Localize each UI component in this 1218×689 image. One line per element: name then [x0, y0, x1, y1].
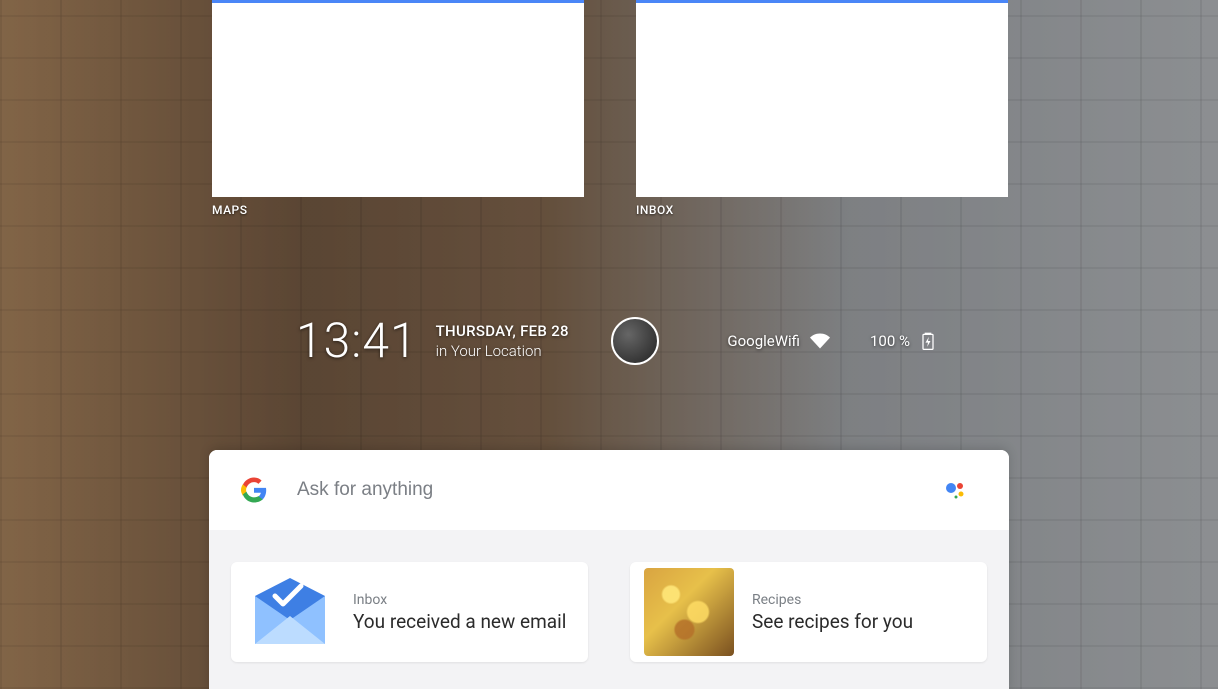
assistant-icon[interactable]	[943, 478, 967, 502]
inbox-icon	[245, 568, 335, 656]
card-recipes-body: See recipes for you	[752, 610, 913, 633]
status-row: 13:41 THURSDAY, FEB 28 in Your Location …	[296, 312, 938, 369]
card-recipes-title: Recipes	[752, 592, 913, 608]
google-logo-icon	[241, 477, 267, 503]
wifi-status[interactable]: GoogleWifi	[727, 331, 830, 351]
recipes-thumbnail	[644, 568, 734, 656]
widget-maps[interactable]: MAPS	[212, 0, 584, 217]
card-inbox-title: Inbox	[353, 592, 566, 608]
widget-inbox[interactable]: INBOX	[636, 0, 1008, 217]
widget-maps-card[interactable]	[212, 0, 584, 197]
widget-inbox-card[interactable]	[636, 0, 1008, 197]
card-inbox-body: You received a new email	[353, 610, 566, 633]
search-input[interactable]	[297, 479, 943, 501]
wifi-name: GoogleWifi	[727, 332, 800, 350]
clock-time: 13:41	[296, 312, 418, 369]
widget-maps-label: MAPS	[212, 203, 584, 217]
location-line: in Your Location	[436, 342, 569, 360]
battery-pct: 100 %	[870, 332, 910, 350]
date-line: THURSDAY, FEB 28	[436, 322, 569, 340]
battery-status[interactable]: 100 %	[870, 331, 938, 351]
assistant-panel: Inbox You received a new email Recipes S…	[209, 450, 1009, 689]
search-bar[interactable]	[209, 450, 1009, 530]
wifi-icon	[810, 331, 830, 351]
card-inbox[interactable]: Inbox You received a new email	[231, 562, 588, 662]
avatar[interactable]	[611, 317, 659, 365]
battery-charging-icon	[918, 331, 938, 351]
card-recipes[interactable]: Recipes See recipes for you	[630, 562, 987, 662]
widget-inbox-label: INBOX	[636, 203, 1008, 217]
